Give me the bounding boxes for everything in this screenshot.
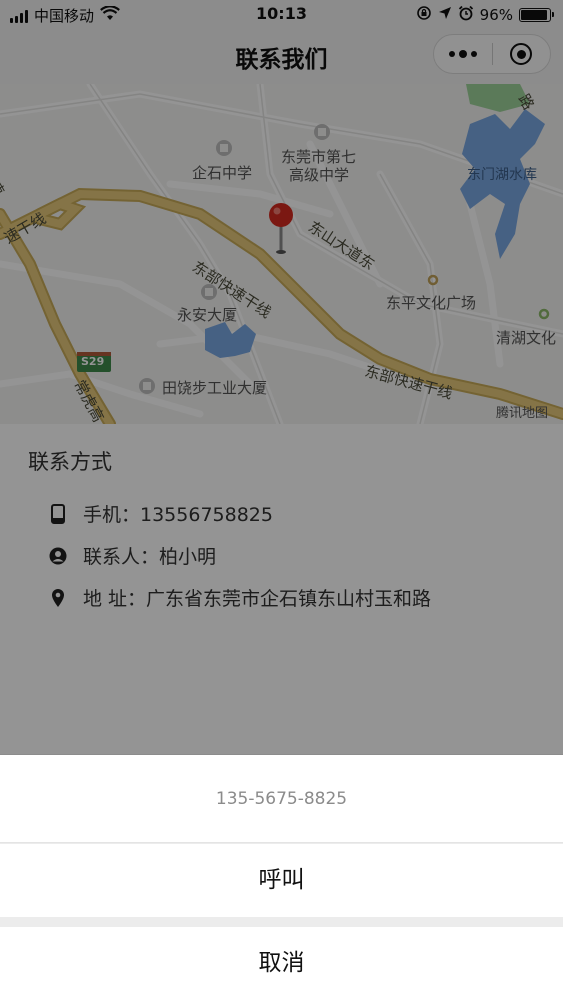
- action-sheet-phone-number: 135-5675-8825: [0, 755, 563, 843]
- modal-overlay[interactable]: [0, 0, 563, 755]
- call-button[interactable]: 呼叫: [0, 844, 563, 917]
- app-page: 中国移动 10:13 96% 联系我们 企石中学 东莞市第七 高级中学 东门湖水…: [0, 0, 563, 1000]
- action-sheet: 135-5675-8825 呼叫 取消: [0, 755, 563, 1000]
- cancel-button[interactable]: 取消: [0, 927, 563, 1000]
